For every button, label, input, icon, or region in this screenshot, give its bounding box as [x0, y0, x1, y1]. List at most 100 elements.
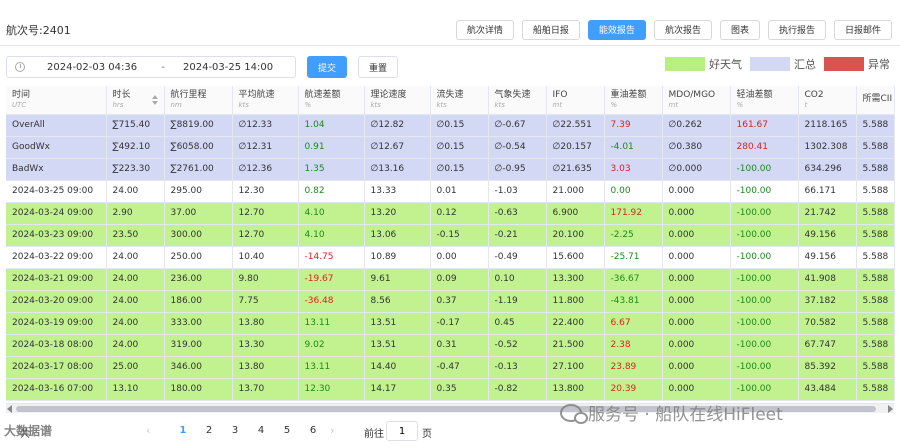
goto-page-input[interactable]	[386, 421, 418, 441]
column-header[interactable]: 气象失速 kts	[488, 86, 547, 115]
table-cell: ∅12.82	[364, 114, 431, 137]
tab-4[interactable]: 图表	[719, 20, 760, 40]
table-cell: BadWx	[6, 158, 107, 181]
page-number[interactable]: 3	[222, 425, 248, 436]
sort-icon[interactable]	[151, 95, 158, 105]
table-cell: -100.00	[730, 378, 799, 401]
column-header[interactable]: 所需CII	[856, 86, 895, 115]
column-header[interactable]: 流失速 kts	[430, 86, 489, 115]
table-cell: 13.11	[298, 312, 365, 335]
table-cell: 49.156	[798, 224, 857, 247]
page-number[interactable]: 5	[274, 425, 300, 436]
table-cell: 5.588	[856, 158, 895, 181]
page-number[interactable]: 2	[196, 425, 222, 436]
tab-1[interactable]: 船舶日报	[521, 20, 580, 40]
table-cell: 0.31	[430, 334, 489, 357]
table-row[interactable]: 2024-03-18 08:00 24.00 319.00 13.30 9.02 13.5…	[6, 334, 895, 357]
table-row[interactable]: 2024-03-19 09:00 24.00 333.00 13.80 13.11 13.…	[6, 312, 895, 335]
table-row[interactable]: GoodWx ∑492.10 ∑6058.00 ∅12.31 0.91 ∅12.67 ∅0.…	[6, 136, 895, 159]
table-row[interactable]: 2024-03-17 08:00 25.00 346.00 13.80 13.11 14.…	[6, 356, 895, 379]
table-row[interactable]: 2024-03-24 09:00 2.90 37.00 12.70 4.10 13.20 0…	[6, 202, 895, 225]
page-number[interactable]: 1	[170, 425, 196, 436]
column-name: 平均航速	[238, 89, 275, 100]
table-cell: 13.70	[232, 378, 299, 401]
table-cell: 0.91	[298, 136, 365, 159]
table-cell: 20.39	[604, 378, 663, 401]
table-cell: -19.67	[298, 268, 365, 291]
column-header[interactable]: CO2 t	[798, 86, 857, 115]
column-header[interactable]: MDO/MGO mt	[662, 86, 731, 115]
scroll-right-icon[interactable]	[888, 405, 893, 413]
tab-3[interactable]: 航次报告	[653, 20, 712, 40]
column-unit: t	[804, 100, 808, 109]
table-cell: 13.33	[364, 180, 431, 203]
column-header[interactable]: 航速差额%	[298, 86, 365, 115]
table-cell: -100.00	[730, 312, 799, 335]
table-row[interactable]: 2024-03-20 09:00 24.00 186.00 7.75 -36.48 8.5…	[6, 290, 895, 313]
table-cell: 13.30	[232, 334, 299, 357]
table-cell: 0.000	[662, 268, 731, 291]
table-cell: 13.80	[232, 356, 299, 379]
scroll-left-icon[interactable]	[7, 405, 12, 413]
table-cell: 5.588	[856, 356, 895, 379]
date-end-input[interactable]: 2024-03-25 14:00	[183, 62, 273, 73]
submit-button[interactable]: 提交	[307, 56, 347, 78]
column-header[interactable]: 时间 UTC	[6, 86, 107, 115]
reset-button[interactable]: 重置	[358, 56, 398, 78]
tab-0[interactable]: 航次详情	[455, 20, 514, 40]
table-cell: 24.00	[106, 246, 165, 269]
table-row[interactable]: 2024-03-25 09:00 24.00 295.00 12.30 0.82 13.3…	[6, 180, 895, 203]
column-header[interactable]: IFO mt	[546, 86, 605, 115]
clock-icon	[15, 62, 25, 72]
column-header[interactable]: 平均航速 kts	[232, 86, 299, 115]
page-number[interactable]: 6	[300, 425, 326, 436]
table-cell: 37.182	[798, 290, 857, 313]
table-cell: 49.156	[798, 246, 857, 269]
table-cell: 3.03	[604, 158, 663, 181]
page-number[interactable]: 4	[248, 425, 274, 436]
table-cell: 13.800	[546, 378, 605, 401]
table-cell: 0.000	[662, 246, 731, 269]
tab-2[interactable]: 能效报告	[587, 20, 646, 40]
tab-5[interactable]: 执行报告	[767, 20, 826, 40]
table-row[interactable]: 2024-03-22 09:00 24.00 250.00 10.40 -14.75 10…	[6, 246, 895, 269]
table-cell: -4.01	[604, 136, 663, 159]
table-cell: 12.70	[232, 202, 299, 225]
filter-bar: 2024-02-03 04:36 - 2024-03-25 14:00 提交 重…	[0, 52, 900, 82]
table-row[interactable]: OverAll ∑715.40 ∑8819.00 ∅12.33 1.04 ∅12.82 ∅0…	[6, 114, 895, 137]
table-cell: 6.67	[604, 312, 663, 335]
table-cell: 13.51	[364, 334, 431, 357]
column-unit: kts	[238, 100, 249, 109]
prev-page-icon[interactable]: ‹	[146, 424, 150, 437]
table-cell: 0.000	[662, 312, 731, 335]
table-cell: ∑715.40	[106, 114, 165, 137]
column-header[interactable]: 重油差额%	[604, 86, 663, 115]
column-header[interactable]: 时长 hrs	[106, 86, 165, 115]
column-header[interactable]: 理论速度 kts	[364, 86, 431, 115]
table-cell: 180.00	[164, 378, 233, 401]
table-cell: 300.00	[164, 224, 233, 247]
column-header[interactable]: 航行里程 nm	[164, 86, 233, 115]
table-cell: ∅12.67	[364, 136, 431, 159]
tab-6[interactable]: 日报邮件	[833, 20, 892, 40]
column-unit: mt	[552, 100, 563, 109]
table-cell: ∑2761.00	[164, 158, 233, 181]
table-row[interactable]: BadWx ∑223.30 ∑2761.00 ∅12.36 1.35 ∅13.16 ∅0.1…	[6, 158, 895, 181]
table-cell: 171.92	[604, 202, 663, 225]
column-name: 流失速	[436, 89, 464, 100]
table-cell: 23.50	[106, 224, 165, 247]
column-unit: %	[610, 100, 618, 109]
column-header[interactable]: 轻油差额%	[730, 86, 799, 115]
table-row[interactable]: 2024-03-23 09:00 23.50 300.00 12.70 4.10 13.0…	[6, 224, 895, 247]
table-cell: 5.588	[856, 180, 895, 203]
next-page-icon[interactable]: ›	[330, 424, 334, 437]
table-row[interactable]: 2024-03-21 09:00 24.00 236.00 9.80 -19.67 9.6…	[6, 268, 895, 291]
table-cell: 43.484	[798, 378, 857, 401]
date-start-input[interactable]: 2024-02-03 04:36	[35, 62, 143, 73]
table-cell: -14.75	[298, 246, 365, 269]
table-cell: -100.00	[730, 246, 799, 269]
table-cell: -2.25	[604, 224, 663, 247]
date-range-picker[interactable]: 2024-02-03 04:36 - 2024-03-25 14:00	[6, 56, 296, 78]
top-bar: 航次号:2401 航次详情 船舶日报 能效报告 航次报告 图表 执行报告 日报邮件	[0, 0, 900, 46]
table-row[interactable]: 2024-03-16 07:00 13.10 180.00 13.70 12.30 14.…	[6, 378, 895, 401]
